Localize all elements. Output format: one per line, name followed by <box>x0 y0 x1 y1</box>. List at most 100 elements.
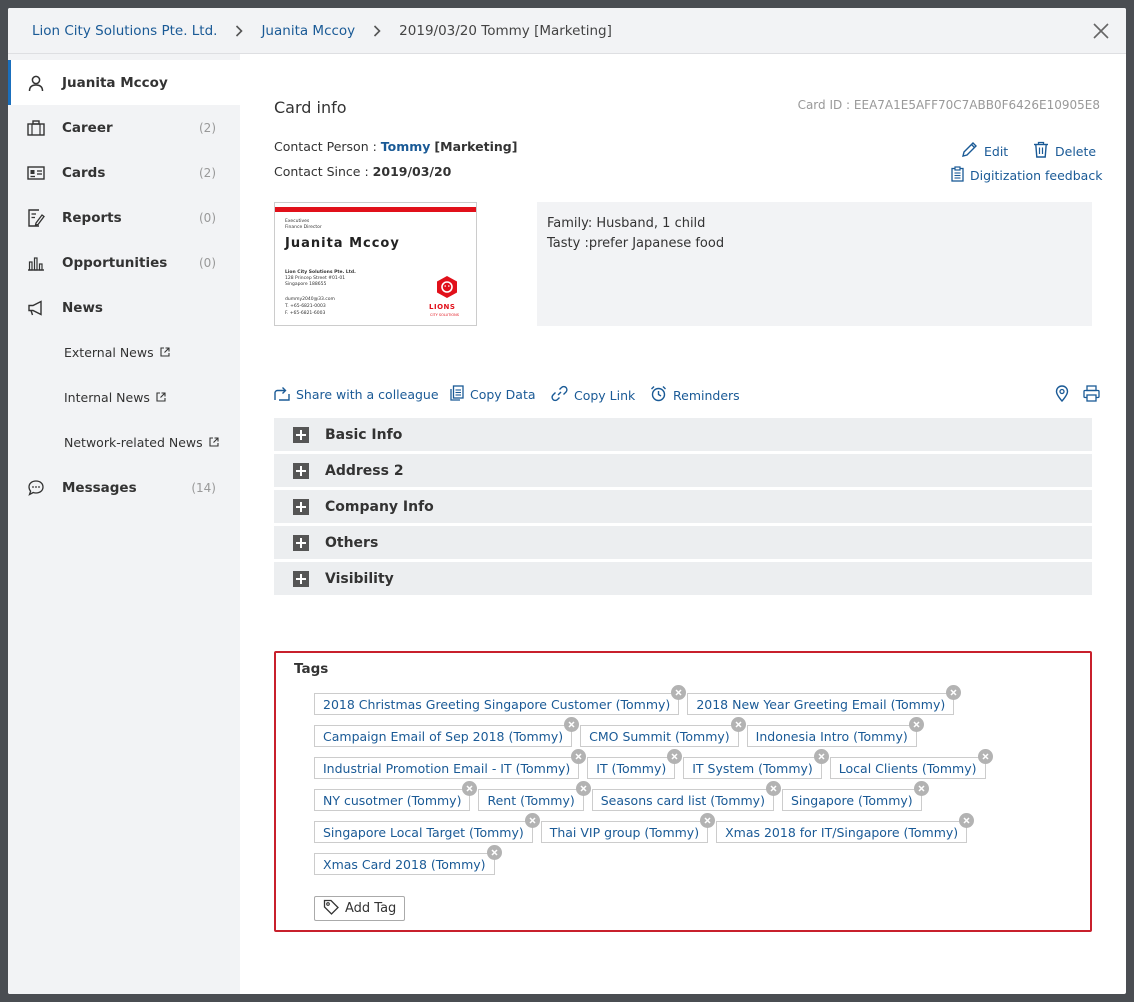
edit-button[interactable]: Edit <box>961 141 1008 161</box>
tag-chip[interactable]: Industrial Promotion Email - IT (Tommy) <box>314 749 587 779</box>
sidebar-item-person[interactable]: Juanita Mccoy <box>8 60 240 105</box>
delete-label: Delete <box>1055 143 1097 159</box>
copy-link-label: Copy Link <box>574 387 636 403</box>
delete-button[interactable]: Delete <box>1033 141 1096 161</box>
tag-chip[interactable]: Rent (Tommy) <box>478 781 591 811</box>
tag-chip[interactable]: IT (Tommy) <box>587 749 683 779</box>
card-info-panel: Card info Card ID : EEA7A1E5AFF70C7ABB0F… <box>240 54 1126 994</box>
section-visibility[interactable]: Visibility <box>274 562 1092 595</box>
sidebar-subitem-external-news[interactable]: External News <box>64 330 170 375</box>
tag-row: Singapore Local Target (Tommy) Thai VIP g… <box>314 813 1034 843</box>
map-pin-icon[interactable] <box>1055 385 1069 402</box>
share-with-colleague-button[interactable]: Share with a colleague <box>274 385 439 404</box>
card-logo-subtext: CITY SOLUTIONS <box>430 313 459 317</box>
breadcrumb-company[interactable]: Lion City Solutions Pte. Ltd. <box>32 23 217 39</box>
tag-chip[interactable]: Seasons card list (Tommy) <box>591 781 781 811</box>
remove-tag-icon[interactable] <box>730 717 746 732</box>
remove-tag-icon[interactable] <box>959 813 975 828</box>
expand-plus-icon <box>293 570 309 587</box>
remove-tag-icon[interactable] <box>571 749 587 764</box>
share-label: Share with a colleague <box>296 387 439 402</box>
tag-chip[interactable]: Campaign Email of Sep 2018 (Tommy) <box>314 717 580 747</box>
sidebar-subitem-label: External News <box>64 345 154 360</box>
tag-chip[interactable]: Xmas 2018 for IT/Singapore (Tommy) <box>716 813 975 843</box>
section-address-2[interactable]: Address 2 <box>274 454 1092 487</box>
copy-data-button[interactable]: Copy Data <box>450 385 536 404</box>
tag-label: Local Clients (Tommy) <box>838 760 977 776</box>
tag-row: Campaign Email of Sep 2018 (Tommy) CMO Su… <box>314 717 1034 747</box>
clipboard-icon <box>951 166 964 185</box>
sidebar-subitem-internal-news[interactable]: Internal News <box>64 375 166 420</box>
copy-document-icon <box>450 385 464 404</box>
remove-tag-icon[interactable] <box>667 749 683 764</box>
digitization-feedback-button[interactable]: Digitization feedback <box>951 166 1102 185</box>
section-company-info[interactable]: Company Info <box>274 490 1092 523</box>
remove-tag-icon[interactable] <box>946 685 962 700</box>
tag-chip[interactable]: 2018 Christmas Greeting Singapore Custom… <box>314 685 687 715</box>
remove-tag-icon[interactable] <box>700 813 716 828</box>
sidebar-item-reports[interactable]: Reports (0) <box>8 195 240 240</box>
section-others[interactable]: Others <box>274 526 1092 559</box>
tag-label: Rent (Tommy) <box>487 792 575 808</box>
remove-tag-icon[interactable] <box>564 717 580 732</box>
tag-chip[interactable]: NY cusotmer (Tommy) <box>314 781 478 811</box>
tag-label: IT System (Tommy) <box>692 760 813 776</box>
copy-link-button[interactable]: Copy Link <box>551 385 635 405</box>
tag-chip[interactable]: Singapore Local Target (Tommy) <box>314 813 540 843</box>
contact-person-dept: [Marketing] <box>434 139 518 154</box>
sidebar-item-career[interactable]: Career (2) <box>8 105 240 150</box>
id-card-icon <box>26 163 46 183</box>
remove-tag-icon[interactable] <box>575 781 591 796</box>
business-card-image[interactable]: Executives Finance Director Juanita Mcco… <box>274 202 477 326</box>
card-address: Lion City Solutions Pte. Ltd. 128 Prince… <box>285 270 356 287</box>
add-tag-button[interactable]: Add Tag <box>314 896 406 921</box>
remove-tag-icon[interactable] <box>671 685 687 700</box>
sidebar-item-cards[interactable]: Cards (2) <box>8 150 240 195</box>
tag-label: 2018 New Year Greeting Email (Tommy) <box>696 696 946 712</box>
sidebar-subitem-network-news[interactable]: Network-related News <box>64 420 219 465</box>
tag-row: NY cusotmer (Tommy) Rent (Tommy) Seasons c… <box>314 781 1034 811</box>
tag-chip[interactable]: Indonesia Intro (Tommy) <box>746 717 924 747</box>
external-link-icon <box>160 345 170 360</box>
sidebar-item-label: Messages <box>62 479 137 496</box>
link-icon <box>551 385 568 405</box>
add-tag-label: Add Tag <box>345 901 397 916</box>
tag-list: 2018 Christmas Greeting Singapore Custom… <box>314 685 1034 885</box>
sidebar-item-news[interactable]: News <box>8 285 240 330</box>
printer-icon[interactable] <box>1083 385 1100 402</box>
report-edit-icon <box>26 208 46 228</box>
expand-plus-icon <box>293 426 309 443</box>
tag-chip[interactable]: Local Clients (Tommy) <box>829 749 993 779</box>
tag-chip[interactable]: Thai VIP group (Tommy) <box>540 813 716 843</box>
sidebar-item-label: Career <box>62 119 113 136</box>
section-title: Visibility <box>325 570 394 587</box>
remove-tag-icon[interactable] <box>813 749 829 764</box>
remove-tag-icon[interactable] <box>977 749 993 764</box>
breadcrumb-person[interactable]: Juanita Mccoy <box>261 23 355 39</box>
sidebar-item-messages[interactable]: Messages (14) <box>8 465 240 510</box>
remove-tag-icon[interactable] <box>524 813 540 828</box>
tag-label: Indonesia Intro (Tommy) <box>755 728 908 744</box>
remove-tag-icon[interactable] <box>462 781 478 796</box>
notes-field[interactable]: Family: Husband, 1 child Tasty :prefer J… <box>537 202 1092 326</box>
expand-plus-icon <box>293 498 309 515</box>
tag-chip[interactable]: Xmas Card 2018 (Tommy) <box>314 845 502 875</box>
remove-tag-icon[interactable] <box>486 845 502 860</box>
tag-row: 2018 Christmas Greeting Singapore Custom… <box>314 685 1034 715</box>
tag-chip[interactable]: IT System (Tommy) <box>683 749 829 779</box>
tag-label: Singapore (Tommy) <box>790 792 913 808</box>
section-basic-info[interactable]: Basic Info <box>274 418 1092 451</box>
close-icon[interactable] <box>1090 20 1112 42</box>
tag-chip[interactable]: Singapore (Tommy) <box>781 781 929 811</box>
external-link-icon <box>156 390 166 405</box>
remove-tag-icon[interactable] <box>913 781 929 796</box>
tag-chip[interactable]: 2018 New Year Greeting Email (Tommy) <box>687 685 962 715</box>
sidebar-item-count: (2) <box>199 120 216 135</box>
sidebar-item-opportunities[interactable]: Opportunities (0) <box>8 240 240 285</box>
reminders-button[interactable]: Reminders <box>650 385 740 405</box>
contact-person-link[interactable]: Tommy <box>381 139 431 154</box>
expand-plus-icon <box>293 462 309 479</box>
tag-chip[interactable]: CMO Summit (Tommy) <box>580 717 746 747</box>
remove-tag-icon[interactable] <box>765 781 781 796</box>
remove-tag-icon[interactable] <box>908 717 924 732</box>
